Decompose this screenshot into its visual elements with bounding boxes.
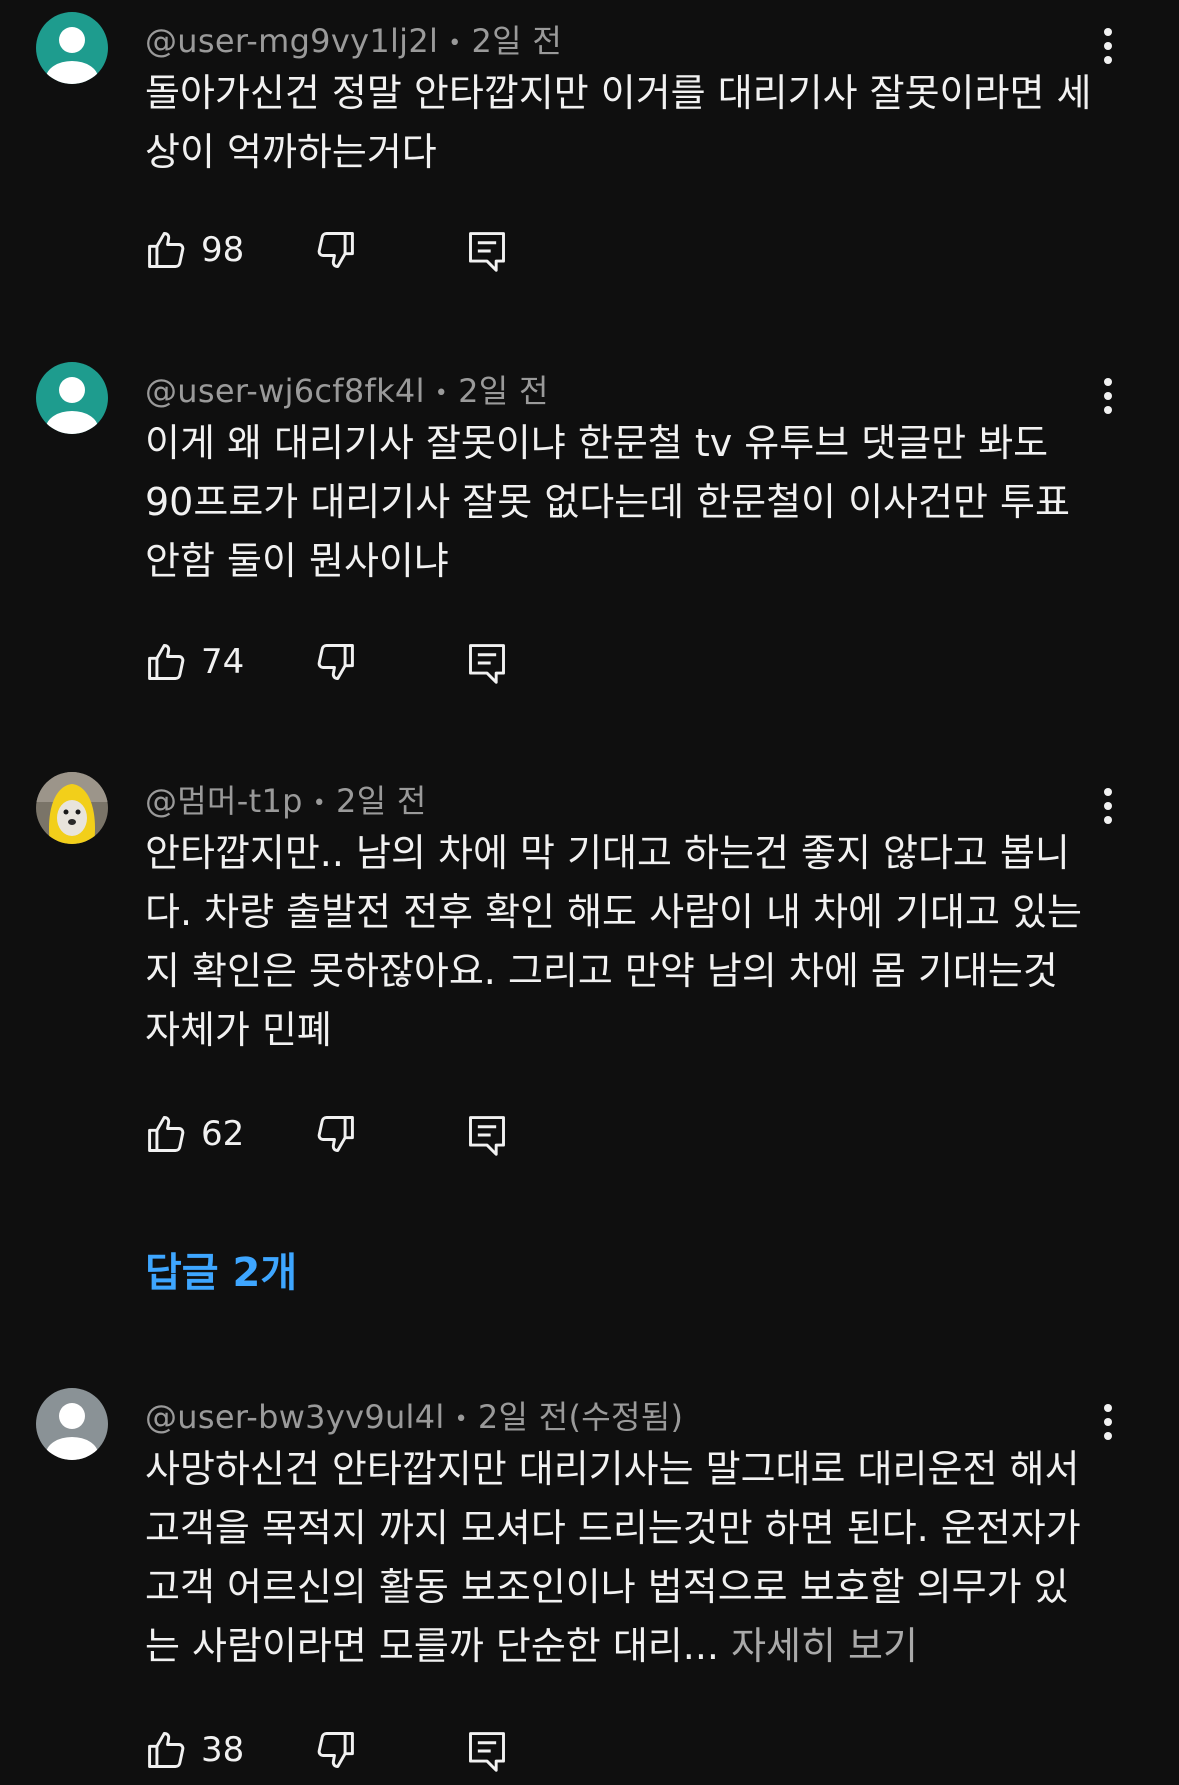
thumbs-down-icon [317,232,354,268]
view-replies-link[interactable]: 답글 2개 [145,1240,297,1298]
reply-icon [469,1116,505,1156]
separator-dot: • [434,380,449,406]
like-count: 62 [201,1114,245,1154]
thumbs-up-icon [148,1732,185,1768]
comment-actions: 38 [145,1728,545,1784]
more-vert-icon[interactable] [1090,22,1126,70]
comment-time: 2일 전 [336,782,427,820]
thumbs-up-icon [148,232,185,268]
thumbs-up-icon [148,1116,185,1152]
avatar[interactable] [36,12,108,84]
comment-time: 2일 전 [471,22,563,60]
thumbs-up-icon [148,644,185,680]
thumbs-down-icon [317,1732,354,1768]
like-count: 38 [201,1730,245,1770]
avatar[interactable] [36,362,108,434]
dog-avatar-icon [36,772,108,844]
comment-time: 2일 전 [458,372,549,410]
author-handle[interactable]: @멈머-t1p [145,782,303,820]
comment-actions: 98 [145,228,545,284]
read-more-link[interactable]: 자세히 보기 [719,1624,918,1668]
more-vert-icon[interactable] [1090,372,1126,420]
comment-meta: @user-wj6cf8fk4l • 2일 전 [145,366,549,412]
comment-actions: 62 [145,1112,545,1168]
reply-icon [469,1732,505,1772]
dislike-button[interactable] [313,640,357,684]
avatar[interactable] [36,772,108,844]
reply-button[interactable] [465,640,509,686]
comment-time: 2일 전(수정됨) [477,1398,684,1436]
default-avatar-icon [36,12,108,84]
comment-meta: @user-bw3yv9ul4l • 2일 전(수정됨) [145,1392,683,1438]
author-handle[interactable]: @user-wj6cf8fk4l [145,372,425,410]
default-avatar-icon [36,362,108,434]
reply-icon [469,644,505,684]
like-button[interactable]: 74 [145,640,244,684]
avatar[interactable] [36,1388,108,1460]
author-handle[interactable]: @user-bw3yv9ul4l [145,1398,445,1436]
reply-button[interactable] [465,1728,509,1774]
default-avatar-icon [36,1388,108,1460]
more-vert-icon[interactable] [1090,1398,1126,1446]
separator-dot: • [312,790,327,816]
reply-button[interactable] [465,1112,509,1158]
author-handle[interactable]: @user-mg9vy1lj2l [145,22,438,60]
reply-icon [469,232,505,272]
separator-dot: • [448,30,462,56]
separator-dot: • [454,1406,468,1432]
like-button[interactable]: 38 [145,1728,244,1772]
thumbs-down-icon [317,1116,354,1152]
like-button[interactable]: 98 [145,228,244,272]
comment-meta: @멈머-t1p • 2일 전 [145,776,427,822]
like-count: 74 [201,642,245,682]
like-count: 98 [201,230,245,270]
dislike-button[interactable] [313,1728,357,1772]
comment-meta: @user-mg9vy1lj2l • 2일 전 [145,16,562,62]
thumbs-down-icon [317,644,354,680]
more-vert-icon[interactable] [1090,782,1126,830]
comment-text: 안타깝지만.. 남의 차에 막 기대고 하는건 좋지 않다고 봅니다. 차량 출… [145,831,1082,1052]
comment-text: 사망하신건 안타깝지만 대리기사는 말그대로 대리운전 해서 고객을 목적지 까… [145,1447,1081,1668]
comment-text: 이게 왜 대리기사 잘못이냐 한문철 tv 유투브 댓글만 봐도 90프로가 대… [145,421,1070,583]
like-button[interactable]: 62 [145,1112,244,1156]
reply-button[interactable] [465,228,509,274]
dislike-button[interactable] [313,228,357,272]
dislike-button[interactable] [313,1112,357,1156]
comment-text: 돌아가신건 정말 안타깝지만 이거를 대리기사 잘못이라면 세상이 억까하는거다 [145,71,1092,174]
comment-actions: 74 [145,640,545,696]
